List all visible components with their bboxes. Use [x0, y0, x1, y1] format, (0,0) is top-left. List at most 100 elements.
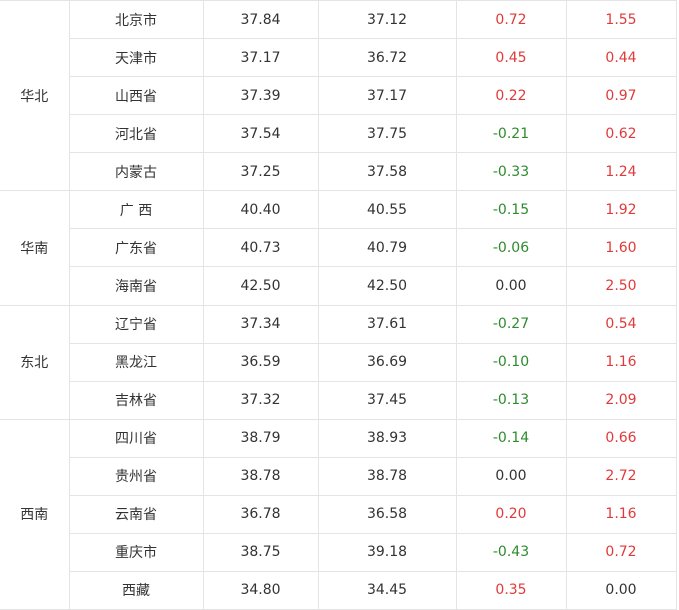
price-current-cell: 37.54: [203, 114, 319, 154]
price-current-cell: 37.32: [203, 380, 319, 420]
change-secondary-cell: 1.92: [566, 190, 677, 230]
province-cell: 西藏: [69, 570, 204, 610]
price-current-cell: 37.25: [203, 152, 319, 192]
province-cell: 河北省: [69, 114, 204, 154]
region-cell: 东北: [0, 304, 70, 420]
price-previous-cell: 37.75: [318, 114, 457, 154]
change-cell: 0.72: [456, 0, 567, 40]
price-current-cell: 37.17: [203, 38, 319, 78]
table-row: 山西省 37.39 37.17 0.22 0.97: [0, 76, 677, 116]
change-cell: 0.00: [456, 266, 567, 306]
table-row: 华北 北京市 37.84 37.12 0.72 1.55: [0, 0, 677, 192]
table-row: 云南省 36.78 36.58 0.20 1.16: [0, 494, 677, 534]
price-previous-cell: 42.50: [318, 266, 457, 306]
price-previous-cell: 36.69: [318, 342, 457, 382]
price-previous-cell: 40.55: [318, 190, 457, 230]
province-cell: 广东省: [69, 228, 204, 268]
change-secondary-cell: 0.62: [566, 114, 677, 154]
change-cell: 0.20: [456, 494, 567, 534]
province-cell: 贵州省: [69, 456, 204, 496]
province-cell: 辽宁省: [69, 304, 204, 344]
province-cell: 重庆市: [69, 532, 204, 572]
province-cell: 四川省: [69, 418, 204, 458]
price-current-cell: 38.78: [203, 456, 319, 496]
price-previous-cell: 38.93: [318, 418, 457, 458]
price-previous-cell: 36.58: [318, 494, 457, 534]
price-table: 华北 北京市 37.84 37.12 0.72 1.55 天津市 37.17 36.72 0.45…: [0, 0, 677, 610]
change-cell: -0.43: [456, 532, 567, 572]
change-secondary-cell: 1.24: [566, 152, 677, 192]
price-previous-cell: 38.78: [318, 456, 457, 496]
table-row: 贵州省 38.78 38.78 0.00 2.72: [0, 456, 677, 496]
change-secondary-cell: 2.50: [566, 266, 677, 306]
change-cell: -0.33: [456, 152, 567, 192]
table-row: 华南广 西 40.40 40.55 -0.15 1.92: [0, 190, 677, 306]
region-cell: 华南: [0, 190, 70, 306]
province-cell: 吉林省: [69, 380, 204, 420]
table-row: 天津市 37.17 36.72 0.45 0.44: [0, 38, 677, 78]
table-row: 东北 辽宁省 37.34 37.61 -0.27 0.54: [0, 304, 677, 420]
table-row: 河北省 37.54 37.75 -0.21 0.62: [0, 114, 677, 154]
change-cell: 0.35: [456, 570, 567, 610]
change-secondary-cell: 1.16: [566, 494, 677, 534]
change-secondary-cell: 0.54: [566, 304, 677, 344]
price-previous-cell: 39.18: [318, 532, 457, 572]
table-row: 重庆市 38.75 39.18 -0.43 0.72: [0, 532, 677, 572]
change-cell: 0.45: [456, 38, 567, 78]
price-current-cell: 40.40: [203, 190, 319, 230]
price-current-cell: 42.50: [203, 266, 319, 306]
province-cell: 天津市: [69, 38, 204, 78]
change-secondary-cell: 2.72: [566, 456, 677, 496]
table-row: 西藏 34.80 34.45 0.35 0.00: [0, 570, 677, 610]
price-current-cell: 38.79: [203, 418, 319, 458]
change-cell: 0.22: [456, 76, 567, 116]
price-previous-cell: 40.79: [318, 228, 457, 268]
price-current-cell: 36.78: [203, 494, 319, 534]
province-cell: 云南省: [69, 494, 204, 534]
change-secondary-cell: 2.09: [566, 380, 677, 420]
price-previous-cell: 37.45: [318, 380, 457, 420]
price-current-cell: 38.75: [203, 532, 319, 572]
table-row: 吉林省 37.32 37.45 -0.13 2.09: [0, 380, 677, 420]
province-cell: 山西省: [69, 76, 204, 116]
change-secondary-cell: 1.60: [566, 228, 677, 268]
change-cell: -0.06: [456, 228, 567, 268]
price-current-cell: 40.73: [203, 228, 319, 268]
price-current-cell: 37.84: [203, 0, 319, 40]
price-current-cell: 37.39: [203, 76, 319, 116]
province-cell: 海南省: [69, 266, 204, 306]
price-previous-cell: 37.58: [318, 152, 457, 192]
table-body: 华北 北京市 37.84 37.12 0.72 1.55 天津市 37.17 36.72 0.45…: [0, 0, 677, 610]
table-row: 广东省 40.73 40.79 -0.06 1.60: [0, 228, 677, 268]
change-cell: -0.14: [456, 418, 567, 458]
change-secondary-cell: 0.66: [566, 418, 677, 458]
region-cell: 西南: [0, 418, 70, 610]
table-row: 西南 四川省 38.79 38.93 -0.14 0.66: [0, 418, 677, 610]
price-previous-cell: 37.61: [318, 304, 457, 344]
province-cell: 黑龙江: [69, 342, 204, 382]
price-previous-cell: 36.72: [318, 38, 457, 78]
change-cell: -0.27: [456, 304, 567, 344]
province-cell: 北京市: [69, 0, 204, 40]
change-cell: 0.00: [456, 456, 567, 496]
province-cell: 内蒙古: [69, 152, 204, 192]
change-cell: -0.21: [456, 114, 567, 154]
price-current-cell: 34.80: [203, 570, 319, 610]
change-secondary-cell: 0.00: [566, 570, 677, 610]
price-previous-cell: 37.17: [318, 76, 457, 116]
change-cell: -0.15: [456, 190, 567, 230]
change-secondary-cell: 1.55: [566, 0, 677, 40]
table-row: 内蒙古 37.25 37.58 -0.33 1.24: [0, 152, 677, 192]
change-secondary-cell: 0.44: [566, 38, 677, 78]
price-previous-cell: 34.45: [318, 570, 457, 610]
table-row: 海南省 42.50 42.50 0.00 2.50: [0, 266, 677, 306]
change-cell: -0.13: [456, 380, 567, 420]
province-cell: 广 西: [69, 190, 204, 230]
change-secondary-cell: 1.16: [566, 342, 677, 382]
change-secondary-cell: 0.72: [566, 532, 677, 572]
change-secondary-cell: 0.97: [566, 76, 677, 116]
change-cell: -0.10: [456, 342, 567, 382]
table-row: 黑龙江 36.59 36.69 -0.10 1.16: [0, 342, 677, 382]
price-previous-cell: 37.12: [318, 0, 457, 40]
price-current-cell: 37.34: [203, 304, 319, 344]
